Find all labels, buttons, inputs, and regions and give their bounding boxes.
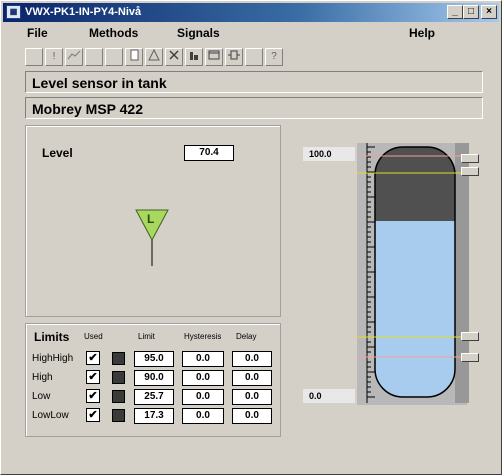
scale-min: 0.0: [303, 389, 355, 403]
sensor-letter: L: [147, 212, 155, 226]
alarm-indicator: [112, 390, 125, 403]
lowlow-marker[interactable]: [461, 353, 479, 362]
low-marker[interactable]: [461, 332, 479, 341]
warning-icon[interactable]: [145, 48, 163, 66]
blank-icon[interactable]: [25, 48, 43, 66]
object-description: Level sensor in tank: [25, 71, 483, 93]
page-icon[interactable]: [125, 48, 143, 66]
minimize-icon[interactable]: _: [447, 5, 463, 19]
hysteresis-value[interactable]: 0.0: [182, 389, 224, 405]
limits-title: Limits: [34, 330, 70, 344]
limit-value[interactable]: 25.7: [134, 389, 174, 405]
high-marker[interactable]: [461, 167, 479, 176]
trend-icon[interactable]: [65, 48, 83, 66]
highhigh-marker[interactable]: [461, 154, 479, 163]
limit-name: HighHigh: [32, 353, 74, 364]
blank-icon[interactable]: [85, 48, 103, 66]
blank-icon[interactable]: [105, 48, 123, 66]
limit-value[interactable]: 17.3: [134, 408, 174, 424]
close-x-icon[interactable]: [165, 48, 183, 66]
used-checkbox[interactable]: ✔: [86, 389, 100, 403]
menu-help[interactable]: Help: [409, 26, 435, 40]
alarm-indicator: [112, 371, 125, 384]
hysteresis-value[interactable]: 0.0: [182, 408, 224, 424]
grid-app-icon[interactable]: ▦: [6, 5, 21, 19]
menu-file[interactable]: File: [27, 26, 48, 40]
alarm-indicator: [112, 409, 125, 422]
used-checkbox[interactable]: ✔: [86, 351, 100, 365]
window-icon[interactable]: [205, 48, 223, 66]
header-delay: Delay: [236, 332, 257, 341]
alarm-indicator: [112, 352, 125, 365]
menu-methods[interactable]: Methods: [89, 26, 138, 40]
help-icon[interactable]: ?: [265, 48, 283, 66]
application-window: ▦ VWX-PK1-IN-PY4-Nivå _ □ × File Methods…: [0, 0, 502, 475]
measurement-panel: Level 70.4 L: [25, 125, 281, 317]
component-icon[interactable]: [225, 48, 243, 66]
maximize-icon[interactable]: □: [463, 5, 479, 19]
window-title: VWX-PK1-IN-PY4-Nivå: [25, 6, 142, 18]
menu-bar: File Methods Signals Help: [3, 24, 499, 42]
delay-value[interactable]: 0.0: [232, 408, 272, 424]
level-label: Level: [42, 146, 73, 160]
close-icon[interactable]: ×: [481, 5, 497, 19]
limits-panel: Limits Used Limit Hysteresis Delay HighH…: [25, 323, 281, 437]
title-bar[interactable]: ▦ VWX-PK1-IN-PY4-Nivå _ □ ×: [3, 3, 499, 22]
limit-value[interactable]: 95.0: [134, 351, 174, 367]
header-limit: Limit: [138, 332, 155, 341]
limit-name: LowLow: [32, 410, 69, 421]
limit-value[interactable]: 90.0: [134, 370, 174, 386]
limit-name: Low: [32, 391, 51, 402]
bars-icon[interactable]: [185, 48, 203, 66]
marker-track: [455, 143, 469, 403]
scale-max: 100.0: [303, 147, 355, 161]
delay-value[interactable]: 0.0: [232, 351, 272, 367]
device-name: Mobrey MSP 422: [25, 97, 483, 119]
header-used: Used: [84, 332, 103, 341]
used-checkbox[interactable]: ✔: [86, 408, 100, 422]
limit-name: High: [32, 372, 53, 383]
level-value: 70.4: [184, 145, 234, 161]
hysteresis-value[interactable]: 0.0: [182, 370, 224, 386]
menu-signals[interactable]: Signals: [177, 26, 220, 40]
blank-icon[interactable]: [245, 48, 263, 66]
tank-liquid: [375, 221, 455, 397]
tank-gauge: [357, 143, 469, 405]
delay-value[interactable]: 0.0: [232, 370, 272, 386]
delay-value[interactable]: 0.0: [232, 389, 272, 405]
used-checkbox[interactable]: ✔: [86, 370, 100, 384]
hysteresis-value[interactable]: 0.0: [182, 351, 224, 367]
exclaim-icon[interactable]: !: [45, 48, 63, 66]
header-hysteresis: Hysteresis: [184, 332, 222, 341]
